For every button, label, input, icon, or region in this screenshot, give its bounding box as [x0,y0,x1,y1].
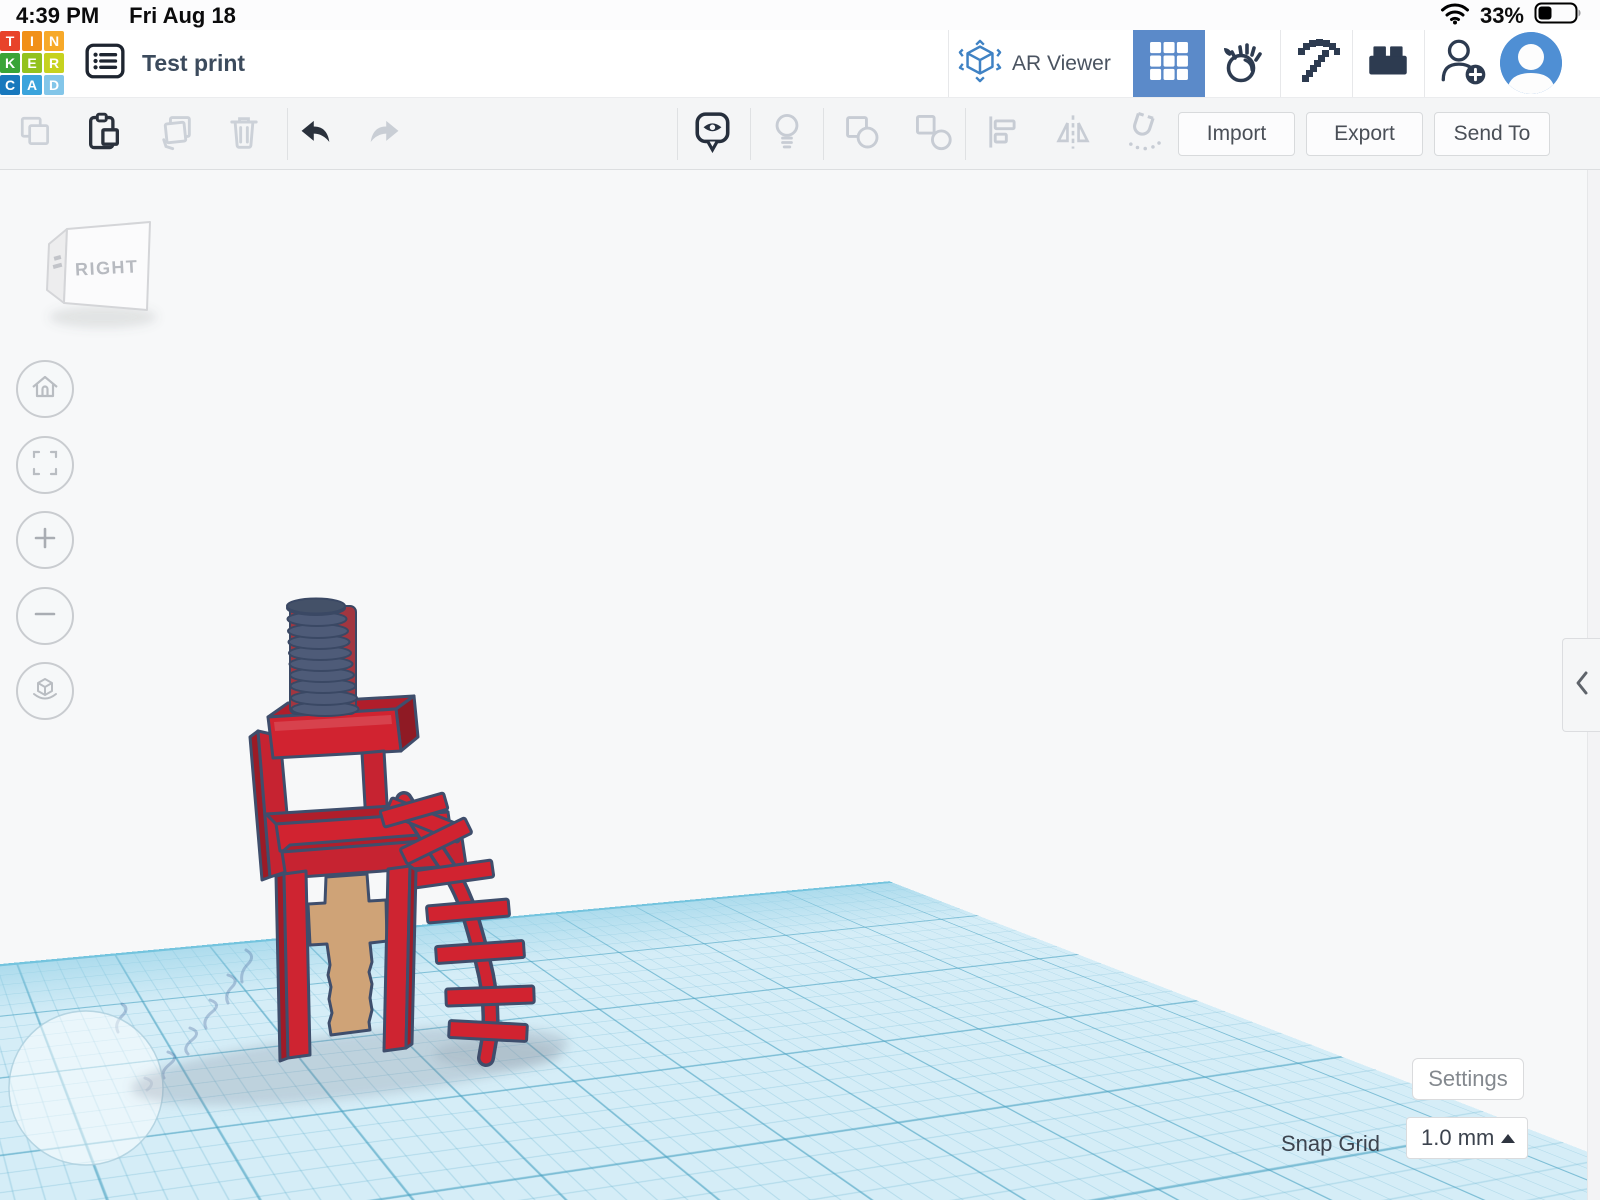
snap-grid-value: 1.0 mm [1421,1125,1494,1151]
header-divider [1352,30,1353,97]
logo-tile: N [44,31,64,51]
undo-button[interactable] [288,106,344,162]
toolbar-divider [750,108,751,160]
fit-view-icon [28,446,62,485]
wifi-icon [1440,1,1470,31]
fit-view-button[interactable] [16,436,74,494]
redo-button[interactable] [356,106,412,162]
logo-tile: K [0,53,20,73]
bulb-icon [767,111,807,158]
tinkercad-logo[interactable]: T I N K E R C A D [0,31,64,95]
bricks-mode-button[interactable] [1356,30,1420,97]
group-button[interactable] [834,106,890,162]
send-to-button[interactable]: Send To [1434,112,1550,156]
home-icon [28,370,62,409]
header-divider [1280,30,1281,97]
person-add-icon [1436,34,1490,93]
undo-icon [296,112,336,157]
logo-tile: D [44,75,64,95]
import-button[interactable]: Import [1178,112,1295,156]
delete-button[interactable] [216,106,272,162]
profile-avatar[interactable] [1500,32,1562,94]
view-cube-face-label: RIGHT [75,256,139,279]
edit-toolbar: Import Export Send To [0,97,1600,170]
clock-date: Fri Aug 18 [129,3,236,29]
settings-button[interactable]: Settings [1412,1058,1524,1100]
duplicate-icon [156,112,196,157]
battery-percent: 33% [1480,3,1524,29]
ar-cube-icon [957,38,1003,89]
model-screw [287,599,359,717]
caret-up-icon [1501,1134,1515,1143]
view-cube[interactable]: RIGHT [47,222,157,328]
ar-viewer-button[interactable] [956,30,1004,97]
home-view-button[interactable] [16,360,74,418]
zoom-out-button[interactable] [16,587,74,645]
battery-icon [1534,1,1584,31]
share-invite-button[interactable] [1430,30,1496,97]
grid-view-icon [1149,41,1189,86]
align-icon [983,112,1023,157]
group-icon [842,112,882,157]
logo-tile: T [0,31,20,51]
ungroup-button[interactable] [905,106,961,162]
header-divider [1424,30,1425,97]
paste-icon [84,112,124,157]
snap-grid-select[interactable]: 1.0 mm [1406,1117,1528,1159]
magnet-icon [1122,111,1164,158]
design-menu-button[interactable] [82,30,128,97]
notes-button[interactable] [685,106,741,162]
design-title[interactable]: Test print [142,30,245,97]
copy-icon [17,113,55,156]
toolbar-divider [823,108,824,160]
app-header: T I N K E R C A D Test print [0,30,1600,97]
minecraft-export-button[interactable] [1288,30,1348,97]
model-insert-tan [308,874,387,1035]
brick-icon [1363,36,1413,91]
model-3d[interactable] [250,599,534,1062]
toolbar-divider [965,108,966,160]
duplicate-button[interactable] [148,106,204,162]
note-eye-icon [692,111,734,158]
perspective-toggle-button[interactable] [16,662,74,720]
zoom-in-icon [28,521,62,560]
ar-viewer-label[interactable]: AR Viewer [1012,30,1111,97]
export-button[interactable]: Export [1306,112,1423,156]
magnet-button[interactable] [1115,106,1171,162]
zoom-in-button[interactable] [16,511,74,569]
scene-overlay: RIGHT [0,170,1600,1200]
clay-mode-button[interactable] [1212,30,1274,97]
perspective-icon [28,672,62,711]
clock-time: 4:39 PM [16,3,99,29]
status-bar: 4:39 PM Fri Aug 18 33% [0,0,1600,30]
grid-view-button[interactable] [1133,30,1205,97]
panel-expand-tab[interactable] [1562,638,1600,732]
zoom-out-icon [28,597,62,636]
chevron-left-icon [1571,668,1593,703]
mirror-button[interactable] [1045,106,1101,162]
logo-tile: I [22,31,42,51]
align-button[interactable] [975,106,1031,162]
mirror-icon [1053,112,1093,157]
copy-button[interactable] [8,106,64,162]
toolbar-divider [677,108,678,160]
canvas-3d-viewport[interactable]: RIGHT [0,170,1600,1200]
logo-tile: E [22,53,42,73]
logo-tile: C [0,75,20,95]
ungroup-icon [913,112,953,157]
delete-icon [224,112,264,157]
clay-hand-icon [1219,37,1267,90]
header-divider [948,30,949,97]
logo-tile: R [44,53,64,73]
logo-tile: A [22,75,42,95]
pickaxe-icon [1294,37,1342,90]
list-icon [84,40,126,87]
paste-button[interactable] [76,106,132,162]
show-all-button[interactable] [759,106,815,162]
snap-grid-label: Snap Grid [1230,1131,1380,1157]
redo-icon [364,112,404,157]
